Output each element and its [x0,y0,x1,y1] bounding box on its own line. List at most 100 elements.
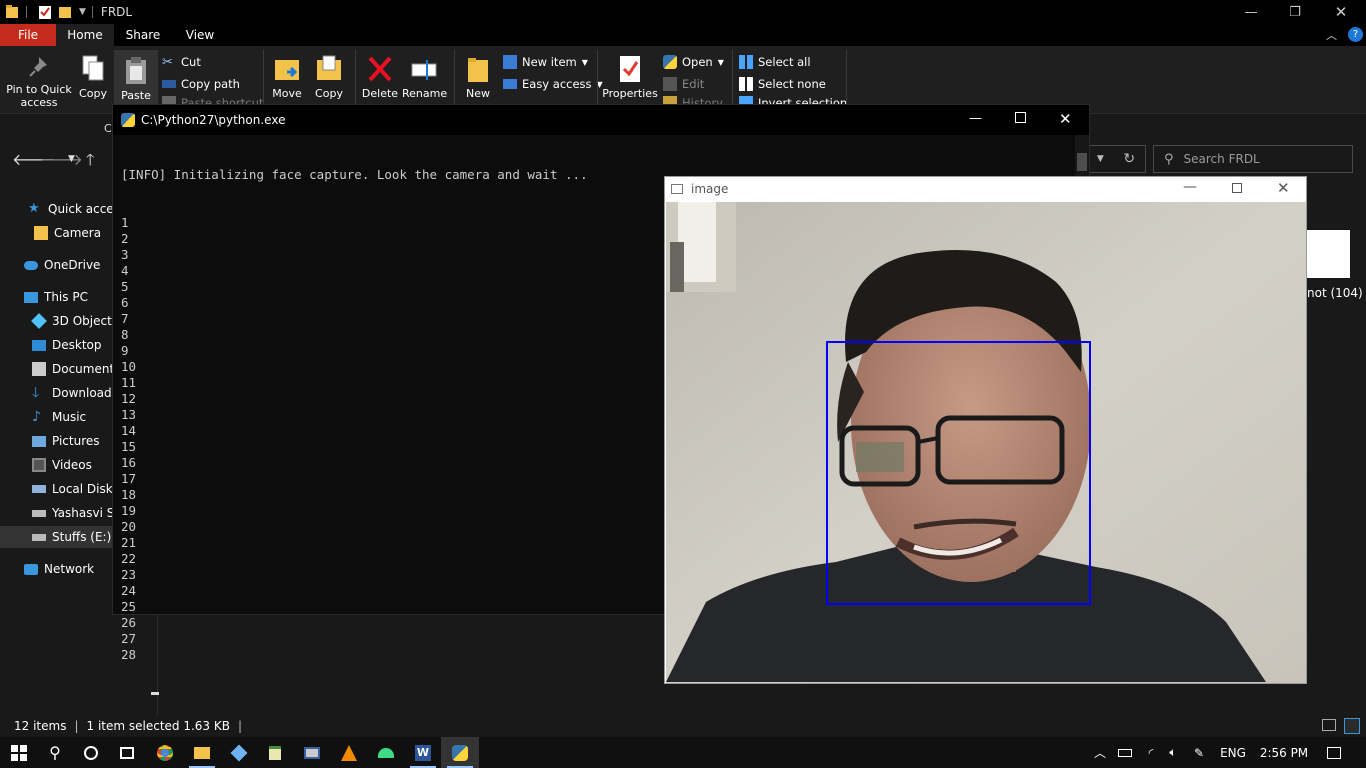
item-count: 12 items [14,719,67,733]
show-hidden-icons-chevron[interactable]: ︿ [1090,737,1110,768]
refresh-icon[interactable]: ↻ [1123,151,1135,167]
wifi-icon[interactable]: ◜ [1140,737,1162,768]
help-icon[interactable]: ? [1348,27,1363,42]
cloud-icon [24,260,38,270]
console-minimize-button[interactable]: — [969,111,982,126]
open-button[interactable]: Open ▼ [663,52,724,72]
word-taskbar-button[interactable]: W [404,737,442,768]
easy-access-button[interactable]: Easy access ▼ [503,74,603,94]
tab-home[interactable]: Home [56,24,114,46]
edit-label: Edit [682,77,705,91]
pin-to-quick-access-button[interactable]: Pin to Quick access [4,54,74,109]
cortana-button[interactable] [72,737,110,768]
edit-button[interactable]: Edit [663,74,704,94]
console-scroll-thumb[interactable] [1077,153,1087,171]
new-item-button[interactable]: New item ▼ [503,52,588,72]
ribbon-separator [846,50,847,110]
move-to-button[interactable]: Move [270,54,304,100]
console-close-button[interactable]: ✕ [1059,110,1072,128]
language-indicator[interactable]: ENG [1216,737,1250,768]
notepad-taskbar-button[interactable] [256,737,294,768]
up-arrow-icon[interactable]: 🡑 [86,149,94,176]
recent-locations-chevron-icon[interactable]: ▼ [68,154,75,164]
new-folder-icon [468,58,488,82]
rename-label: Rename [402,87,448,100]
task-view-button[interactable] [108,737,146,768]
python-taskbar-button[interactable] [441,737,479,768]
rename-icon [411,60,437,80]
3d-viewer-taskbar-button[interactable] [220,737,258,768]
new-folder-button[interactable]: New [460,54,496,100]
copy-path-button[interactable]: Copy path [162,74,240,94]
console-maximize-button[interactable] [1015,112,1026,123]
image-minimize-button[interactable]: — [1183,179,1197,195]
copy-path-label: Copy path [181,77,240,91]
app-taskbar-button[interactable] [293,737,331,768]
image-window-title-bar: image — ✕ [665,177,1306,201]
search-taskbar-button[interactable]: ⚲ [36,737,74,768]
cut-button[interactable]: ✂ Cut [162,52,201,72]
select-none-button[interactable]: Select none [739,74,826,94]
drive-icon [32,533,46,541]
copy-button[interactable]: Copy [76,54,110,100]
details-view-icon[interactable] [1322,719,1336,731]
tab-view[interactable]: View [172,24,228,46]
folder-icon [194,746,210,759]
folder-icon [34,226,48,240]
properties-button[interactable]: Properties [602,54,658,100]
new-folder-icon[interactable] [59,5,71,19]
file-thumbnail[interactable] [1307,230,1350,278]
file-label[interactable]: not (104) [1307,286,1363,300]
nav-label: Videos [52,458,92,472]
cube-icon [230,744,248,761]
select-all-button[interactable]: Select all [739,52,811,72]
select-none-icon [739,77,753,91]
volume-icon[interactable]: 🔈︎ [1162,737,1184,768]
pen-icon[interactable]: ✎ [1188,737,1210,768]
paste-button[interactable]: Paste [114,50,158,106]
tab-share[interactable]: Share [114,24,172,46]
tab-file[interactable]: File [0,24,56,46]
film-icon [32,458,46,472]
image-close-button[interactable]: ✕ [1277,179,1290,197]
action-center-icon[interactable] [1320,737,1348,768]
clock[interactable]: 2:56 PM [1254,737,1314,768]
ribbon-separator [263,50,264,110]
copy-to-button[interactable]: Copy [312,54,346,100]
copy-to-icon [317,55,341,80]
network-icon [24,563,38,575]
nav-label: Camera [54,226,102,240]
status-separator: | [74,719,79,733]
search-icon: ⚲ [49,743,61,762]
file-explorer-taskbar-button[interactable] [183,737,221,768]
pin-label-line2: access [20,96,58,109]
selection-info: 1 item selected 1.63 KB [86,719,230,733]
vlc-taskbar-button[interactable] [330,737,368,768]
delete-button[interactable]: Delete [360,54,400,100]
battery-icon[interactable] [1114,737,1136,768]
android-studio-taskbar-button[interactable] [367,737,405,768]
close-button[interactable]: ✕ [1318,0,1364,24]
properties-icon[interactable] [39,5,51,19]
chrome-taskbar-button[interactable] [146,737,184,768]
vlc-cone-icon [341,744,357,761]
address-dropdown-icon[interactable]: ▼ [1097,154,1104,164]
easy-access-icon [503,79,517,89]
large-icons-view-icon[interactable] [1344,718,1360,734]
qat-dropdown-icon[interactable]: ▼ [79,7,86,17]
rename-button[interactable]: Rename [402,54,448,100]
forward-arrow-icon[interactable]: 🡒 [40,149,83,169]
search-box[interactable]: ⚲ Search FRDL [1153,145,1353,173]
search-placeholder: Search FRDL [1183,152,1260,166]
console-title: C:\Python27\python.exe [141,113,286,127]
maximize-button[interactable]: ❐ [1272,0,1318,24]
camera-frame [666,202,1306,683]
collapse-ribbon-icon[interactable]: ︿ [1326,27,1337,43]
start-button[interactable] [0,737,38,768]
minimize-button[interactable]: — [1228,0,1274,24]
qat-separator [26,6,27,18]
nav-label: Local Disk ( [52,482,122,496]
ribbon-separator [732,50,733,110]
image-maximize-button[interactable] [1232,183,1242,193]
select-none-label: Select none [758,77,826,91]
